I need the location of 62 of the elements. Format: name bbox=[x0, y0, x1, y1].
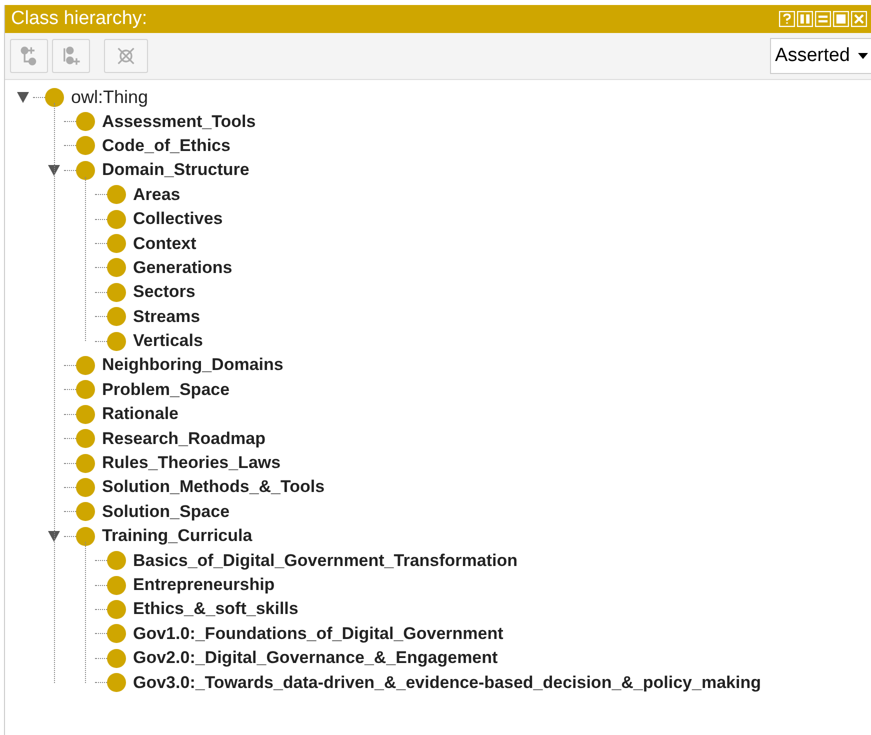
class-icon bbox=[76, 380, 95, 400]
class-icon bbox=[76, 478, 95, 497]
class-icon bbox=[76, 160, 95, 180]
delete-icon bbox=[115, 45, 137, 67]
class-icon bbox=[76, 404, 95, 424]
class-icon bbox=[107, 210, 126, 229]
class-icon bbox=[76, 136, 95, 156]
expand-toggle-icon[interactable] bbox=[48, 164, 60, 176]
class-label[interactable]: Neighboring_Domains bbox=[102, 355, 284, 376]
class-icon bbox=[107, 600, 126, 619]
class-icon bbox=[76, 356, 95, 375]
class-label[interactable]: Context bbox=[133, 234, 196, 254]
class-label[interactable]: Sectors bbox=[133, 282, 196, 302]
class-icon bbox=[76, 112, 95, 132]
class-label[interactable]: Training_Curricula bbox=[102, 526, 252, 546]
class-label[interactable]: Generations bbox=[133, 258, 232, 278]
class-label[interactable]: Entrepreneurship bbox=[133, 575, 275, 595]
class-icon bbox=[107, 648, 126, 668]
class-label[interactable]: Domain_Structure bbox=[102, 160, 250, 180]
class-label[interactable]: Gov3.0:_Towards_data-driven_&_evidence-based_decision_&_policy_making bbox=[133, 672, 761, 693]
class-label[interactable]: Basics_of_Digital_Government_Transformation bbox=[133, 550, 518, 571]
class-icon bbox=[107, 576, 126, 594]
split-icon[interactable] bbox=[797, 11, 813, 27]
help-icon[interactable] bbox=[779, 11, 795, 27]
class-label[interactable]: owl:Thing bbox=[71, 86, 148, 108]
class-icon bbox=[107, 234, 126, 254]
class-label[interactable]: Code_of_Ethics bbox=[102, 136, 230, 156]
class-icon bbox=[107, 258, 126, 278]
expand-toggle-icon[interactable] bbox=[48, 530, 60, 542]
close-icon[interactable] bbox=[851, 11, 867, 27]
class-icon bbox=[107, 624, 126, 644]
class-label[interactable]: Problem_Space bbox=[102, 380, 230, 400]
class-label[interactable]: Areas bbox=[133, 184, 180, 205]
class-label[interactable]: Streams bbox=[133, 306, 200, 327]
class-label[interactable]: Verticals bbox=[133, 331, 203, 352]
class-label[interactable]: Solution_Methods_&_Tools bbox=[102, 477, 325, 498]
class-label[interactable]: Assessment_Tools bbox=[102, 112, 256, 132]
minimize-icon[interactable] bbox=[815, 11, 831, 27]
class-icon bbox=[107, 551, 126, 570]
class-icon bbox=[107, 332, 126, 351]
class-icon bbox=[107, 307, 126, 326]
class-label[interactable]: Research_Roadmap bbox=[102, 428, 266, 449]
class-label[interactable]: Gov1.0:_Foundations_of_Digital_Government bbox=[133, 624, 504, 644]
class-icon bbox=[107, 673, 126, 692]
class-label[interactable]: Gov2.0:_Digital_Governance_&_Engagement bbox=[133, 648, 498, 668]
expand-toggle-icon[interactable] bbox=[17, 92, 29, 103]
class-label[interactable]: Ethics_&_soft_skills bbox=[133, 599, 298, 620]
class-icon bbox=[107, 185, 126, 204]
class-icon bbox=[76, 429, 95, 448]
class-label[interactable]: Rules_Theories_Laws bbox=[102, 453, 281, 474]
caret-icon bbox=[858, 53, 868, 59]
class-label[interactable]: Rationale bbox=[102, 404, 179, 424]
view-dropdown[interactable]: Asserted bbox=[770, 38, 871, 74]
maximize-icon[interactable] bbox=[833, 11, 849, 27]
class-icon bbox=[76, 526, 95, 546]
window-title: Class hierarchy: bbox=[11, 8, 148, 30]
class-icon bbox=[76, 454, 95, 473]
class-icon bbox=[45, 88, 64, 107]
class-icon bbox=[107, 282, 126, 302]
class-icon bbox=[76, 502, 95, 522]
class-label[interactable]: Collectives bbox=[133, 209, 223, 230]
class-label[interactable]: Solution_Space bbox=[102, 502, 230, 522]
